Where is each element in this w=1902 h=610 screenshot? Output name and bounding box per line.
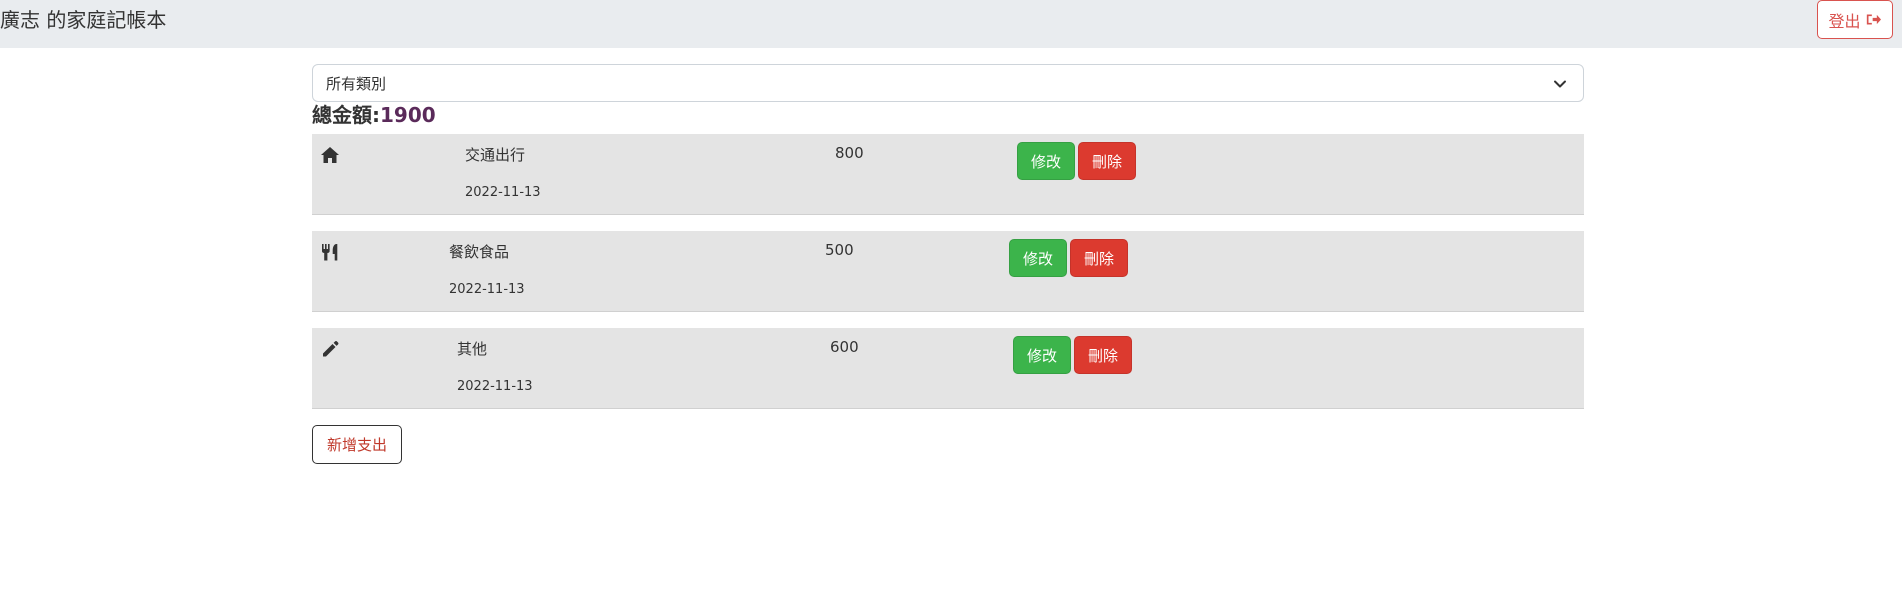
delete-button[interactable]: 刪除 — [1078, 142, 1136, 180]
sign-out-icon — [1865, 12, 1882, 27]
edit-button[interactable]: 修改 — [1013, 336, 1071, 374]
category-filter-select[interactable]: 所有類別 — [312, 64, 1584, 102]
logout-label: 登出 — [1828, 11, 1861, 31]
chevron-down-icon — [1554, 80, 1566, 88]
expense-row: 其他 2022-11-13 600 修改 刪除 — [312, 328, 1584, 409]
record-category: 交通出行 — [465, 146, 526, 164]
record-date: 2022-11-13 — [465, 185, 541, 200]
expense-row: 交通出行 2022-11-13 800 修改 刪除 — [312, 134, 1584, 215]
category-filter-value: 所有類別 — [326, 74, 387, 93]
record-category: 其他 — [457, 340, 488, 358]
logout-button[interactable]: 登出 — [1817, 0, 1893, 39]
delete-button[interactable]: 刪除 — [1074, 336, 1132, 374]
record-amount: 500 — [825, 241, 854, 259]
pencil-icon — [320, 340, 340, 358]
edit-button[interactable]: 修改 — [1009, 239, 1067, 277]
app-title: 廣志 的家庭記帳本 — [0, 8, 167, 32]
total-amount: 總金額:1900 — [312, 102, 436, 128]
record-date: 2022-11-13 — [457, 379, 533, 394]
record-amount: 800 — [835, 144, 864, 162]
home-icon — [320, 146, 340, 164]
delete-button[interactable]: 刪除 — [1070, 239, 1128, 277]
record-amount: 600 — [830, 338, 859, 356]
expense-row: 餐飲食品 2022-11-13 500 修改 刪除 — [312, 231, 1584, 312]
total-label: 總金額: — [312, 103, 380, 127]
record-date: 2022-11-13 — [449, 282, 525, 297]
edit-button[interactable]: 修改 — [1017, 142, 1075, 180]
total-value: 1900 — [380, 103, 436, 127]
add-expense-button[interactable]: 新增支出 — [312, 425, 402, 464]
record-category: 餐飲食品 — [449, 243, 510, 261]
navbar: 廣志 的家庭記帳本 登出 — [0, 0, 1902, 48]
utensils-icon — [320, 243, 340, 261]
